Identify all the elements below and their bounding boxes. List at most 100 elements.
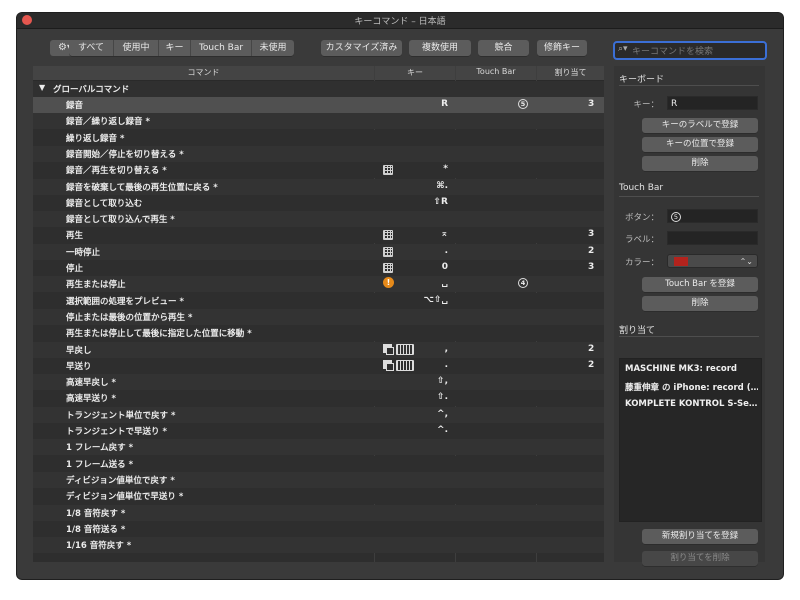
keyboard-section-title: キーボード <box>619 75 665 85</box>
column-assign[interactable]: 割り当て <box>537 67 604 78</box>
table-row[interactable]: 一時停止. 2 <box>33 243 604 260</box>
table-row[interactable]: ディビジョン値単位で早送り * <box>33 488 604 505</box>
touchbar-label-field[interactable] <box>667 231 758 245</box>
command-name: 1/16 音符戻す * <box>66 541 132 552</box>
table-row[interactable]: トランジェントで早送り * ^. <box>33 423 604 439</box>
command-name: 早戻し <box>66 345 92 356</box>
column-touchbar[interactable]: Touch Bar <box>456 67 536 76</box>
conflict-button[interactable]: 競合 <box>478 40 529 56</box>
table-row[interactable]: 録音として取り込んで再生 * <box>33 211 604 228</box>
touchbar-value: 5 <box>518 99 528 109</box>
filter-unused[interactable]: 未使用 <box>252 40 294 56</box>
table-row[interactable]: 録音開始／停止を切り替える * <box>33 145 604 162</box>
command-name: 選択範囲の処理をプレビュー * <box>66 296 184 307</box>
key-value: ⇧. <box>437 392 448 403</box>
filter-touchbar[interactable]: Touch Bar <box>191 40 252 56</box>
inspector-panel: キーボード キー： R キーのラベルで登録 キーの位置で登録 削除 Touch … <box>614 66 765 566</box>
table-row[interactable]: 再生または停止して最後に指定した位置に移動 * <box>33 325 604 342</box>
touchbar-button-field[interactable]: 5 <box>667 209 758 223</box>
color-label: カラー： <box>624 258 659 268</box>
table-row[interactable]: 停止 0 3 <box>33 260 604 276</box>
command-name: 録音を破棄して最後の再生位置に戻る * <box>66 182 218 193</box>
table-row[interactable]: 録音を破棄して最後の再生位置に戻る * ⌘. <box>33 178 604 195</box>
key-field[interactable]: R <box>667 96 758 110</box>
group-row[interactable]: ▼ グローバルコマンド <box>33 81 604 97</box>
command-name: 繰り返し録音 * <box>66 133 125 144</box>
register-by-label-button[interactable]: キーのラベルで登録 <box>642 118 758 133</box>
table-row[interactable]: 録音 R 5 3 <box>33 97 604 113</box>
title-bar: キーコマンド – 日本語 <box>17 13 783 29</box>
key-value: ⇧R <box>433 196 448 207</box>
command-name: トランジェントで早送り * <box>66 427 167 437</box>
column-key[interactable]: キー <box>375 67 455 78</box>
key-value: ␣ <box>441 278 448 289</box>
command-name: 録音として取り込む <box>66 198 143 209</box>
command-name: 停止 <box>66 264 84 274</box>
table-row[interactable]: 高速早戻し * ⇧, <box>33 374 604 391</box>
list-item[interactable]: 藤重伸章 の iPhone: record (… <box>625 381 758 393</box>
popup-arrows-icon: ⌃⌄ <box>739 257 753 266</box>
delete-touchbar-button[interactable]: 削除 <box>642 296 758 311</box>
table-row[interactable]: 早送り. 2 <box>33 357 604 374</box>
command-name: 1 フレーム送る * <box>66 459 134 470</box>
command-name: 録音として取り込んで再生 * <box>66 215 175 226</box>
group-label: グローバルコマンド <box>53 85 130 95</box>
new-assignment-button[interactable]: 新規割り当てを登録 <box>642 529 758 544</box>
customized-button[interactable]: カスタマイズ済み <box>321 40 402 56</box>
table-row[interactable]: 録音／再生を切り替える * * <box>33 162 604 179</box>
table-row[interactable]: 選択範囲の処理をプレビュー * ⌥⇧␣ <box>33 292 604 309</box>
assignment-list[interactable]: MASCHINE MK3: record 藤重伸章 の iPhone: reco… <box>619 358 762 522</box>
list-item[interactable]: MASCHINE MK3: record <box>625 364 758 374</box>
table-row[interactable]: 1/8 音符送る * <box>33 520 604 537</box>
window-title: キーコマンド – 日本語 <box>354 17 446 27</box>
modifier-keys-button[interactable]: 修飾キー <box>537 40 587 56</box>
key-value: ⇧, <box>437 376 448 387</box>
table-row[interactable]: 録音／繰り返し録音 * <box>33 113 604 130</box>
table-row[interactable]: トランジェント単位で戻す * ^, <box>33 406 604 423</box>
command-name: トランジェント単位で戻す * <box>66 410 176 421</box>
filter-key[interactable]: キー <box>159 40 191 56</box>
table-row[interactable]: 1 フレーム送る * <box>33 455 604 472</box>
table-row[interactable]: 1/8 音符戻す * <box>33 504 604 521</box>
table-row[interactable]: 停止または最後の位置から再生 * <box>33 308 604 325</box>
search-input[interactable]: ⌕▾ キーコマンドを検索 <box>613 41 767 60</box>
search-placeholder: キーコマンドを検索 <box>632 47 714 57</box>
key-value: ⌥⇧␣ <box>423 294 448 305</box>
disclosure-triangle-icon[interactable]: ▼ <box>39 83 45 92</box>
touchbar-button-value: 5 <box>671 212 681 222</box>
filter-segmented-control: すべて 使用中 キー Touch Bar 未使用 <box>69 40 294 56</box>
command-name: 録音／再生を切り替える * <box>66 166 167 177</box>
table-row[interactable]: 1/16 音符戻す * <box>33 537 604 554</box>
delete-assignment-button[interactable]: 割り当てを削除 <box>642 551 758 566</box>
table-row[interactable]: 再生または停止! ␣ 4 <box>33 276 604 293</box>
color-popup[interactable]: ⌃⌄ <box>667 254 758 268</box>
table-row[interactable]: 再生 ⌅ 3 <box>33 227 604 244</box>
command-name: 再生または停止して最後に指定した位置に移動 * <box>66 329 252 340</box>
column-command[interactable]: コマンド <box>33 67 374 78</box>
key-value: . <box>444 359 448 370</box>
filter-all[interactable]: すべて <box>69 40 114 56</box>
table-row[interactable]: 1 フレーム戻す * <box>33 439 604 456</box>
table-row[interactable]: ディビジョン値単位で戻す * <box>33 471 604 488</box>
table-row[interactable]: 録音として取り込む ⇧R <box>33 194 604 211</box>
filter-used[interactable]: 使用中 <box>114 40 159 56</box>
command-name: 早送り <box>66 361 92 372</box>
delete-key-button[interactable]: 削除 <box>642 156 758 171</box>
table-header: コマンド キー Touch Bar 割り当て <box>33 66 604 81</box>
assign-count: 3 <box>588 262 595 272</box>
multiple-use-button[interactable]: 複数使用 <box>409 40 471 56</box>
table-row[interactable]: 早戻し, 2 <box>33 341 604 358</box>
register-touchbar-button[interactable]: Touch Bar を登録 <box>642 277 758 292</box>
touchbar-value: 4 <box>518 278 528 289</box>
list-item[interactable]: KOMPLETE KONTROL S-Se… <box>625 399 758 409</box>
key-value: ⌘. <box>436 180 448 191</box>
command-name: 一時停止 <box>66 247 101 258</box>
table-row[interactable]: 繰り返し録音 * <box>33 129 604 146</box>
command-name: 録音／繰り返し録音 * <box>66 117 150 128</box>
command-name: ディビジョン値単位で早送り * <box>66 492 184 503</box>
color-swatch <box>674 257 688 266</box>
command-name: 1/8 音符送る * <box>66 524 126 535</box>
table-row[interactable]: 高速早送り * ⇧. <box>33 390 604 407</box>
register-by-position-button[interactable]: キーの位置で登録 <box>642 137 758 152</box>
key-value: ^. <box>437 425 448 435</box>
